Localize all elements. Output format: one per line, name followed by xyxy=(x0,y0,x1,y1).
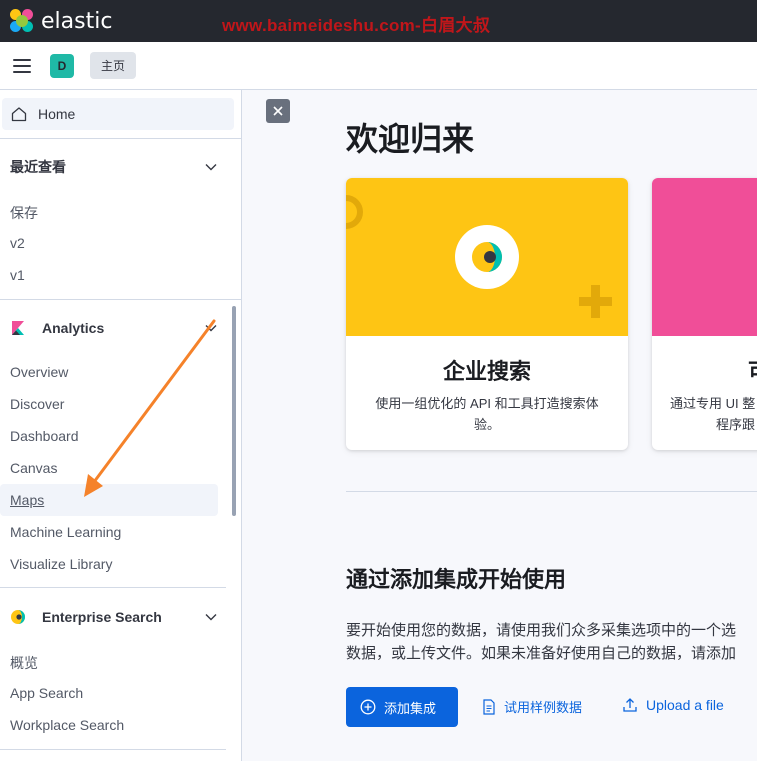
banner-decoration xyxy=(346,195,612,318)
card-banner xyxy=(652,178,757,336)
add-integration-button[interactable]: 添加集成 xyxy=(346,687,458,727)
intro-paragraph-line: 数据，或上传文件。如果未准备好使用自己的数据，请添加 xyxy=(346,645,737,662)
card-title: 可 xyxy=(748,354,757,386)
upload-file-label: Upload a file xyxy=(646,697,724,713)
upload-icon xyxy=(623,698,637,712)
section-title: 通过添加集成开始使用 xyxy=(346,567,567,592)
card-banner xyxy=(346,178,628,336)
divider xyxy=(346,491,757,492)
plus-circle-icon xyxy=(360,699,376,715)
close-icon xyxy=(273,106,283,116)
observability-card[interactable]: 可 通过专用 UI 整 程序跟 xyxy=(652,178,757,450)
card-description: 使用一组优化的 API 和工具打造搜索体 验。 xyxy=(375,396,599,432)
intro-paragraph-line: 要开始使用您的数据，请使用我们众多采集选项中的一个选 xyxy=(346,622,737,639)
add-integration-label: 添加集成 xyxy=(384,700,437,716)
upload-file-button[interactable]: Upload a file xyxy=(622,697,724,713)
sample-data-button[interactable]: 试用样例数据 xyxy=(482,697,582,716)
sample-data-label: 试用样例数据 xyxy=(504,700,583,715)
enterprise-search-card[interactable]: 企业搜索 使用一组优化的 API 和工具打造搜索体 验。 xyxy=(346,178,628,450)
close-button[interactable] xyxy=(266,99,290,123)
page-title: 欢迎归来 xyxy=(346,121,475,157)
document-icon xyxy=(483,698,495,715)
card-title: 企业搜索 xyxy=(442,359,531,384)
card-description: 通过专用 UI 整 程序跟 xyxy=(670,396,756,432)
